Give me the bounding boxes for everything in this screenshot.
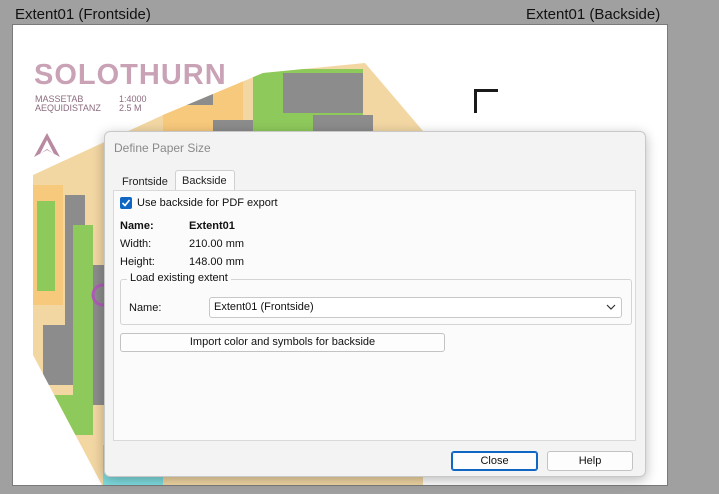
load-name-label: Name: xyxy=(129,302,162,314)
dialog-title: Define Paper Size xyxy=(114,141,211,155)
checkmark-icon xyxy=(121,199,131,207)
use-backside-row[interactable]: Use backside for PDF export xyxy=(120,197,278,209)
north-arrow-icon xyxy=(34,133,60,157)
height-label: Height: xyxy=(120,256,155,268)
name-value: Extent01 xyxy=(189,220,235,232)
width-row: Width: 210.00 mm xyxy=(120,238,244,250)
tab-frontside[interactable]: Frontside xyxy=(116,172,176,192)
name-row: Name: Extent01 xyxy=(120,220,235,232)
crop-corner-mark xyxy=(474,89,498,113)
load-existing-extent-group: Load existing extent Name: Extent01 (Fro… xyxy=(120,272,632,325)
width-label: Width: xyxy=(120,238,152,250)
tab-backside[interactable]: Backside xyxy=(175,170,235,191)
map-title: SOLOTHURN xyxy=(34,59,227,91)
extent-select-value: Extent01 (Frontside) xyxy=(214,301,314,313)
equidistance-key: AEQUIDISTANZ xyxy=(35,103,101,113)
map-scale-info: MASSETAB 1:4000 AEQUIDISTANZ 2.5 M xyxy=(35,95,147,113)
use-backside-checkbox[interactable] xyxy=(120,197,132,209)
name-label: Name: xyxy=(120,220,154,232)
backside-label: Extent01 (Backside) xyxy=(526,6,661,23)
chevron-down-icon xyxy=(606,304,616,310)
close-button[interactable]: Close xyxy=(451,451,538,471)
import-color-symbols-button[interactable]: Import color and symbols for backside xyxy=(120,333,445,352)
width-value: 210.00 mm xyxy=(189,238,245,250)
group-title: Load existing extent xyxy=(127,272,231,284)
equidistance-value: 2.5 M xyxy=(119,103,142,113)
help-button[interactable]: Help xyxy=(547,451,633,471)
backside-panel: Use backside for PDF export Name: Extent… xyxy=(113,190,636,441)
define-paper-size-dialog: Define Paper Size Frontside Backside Use… xyxy=(104,131,646,477)
height-value: 148.00 mm xyxy=(189,256,245,268)
frontside-label: Extent01 (Frontside) xyxy=(15,6,151,23)
extent-select[interactable]: Extent01 (Frontside) xyxy=(209,297,622,318)
use-backside-label: Use backside for PDF export xyxy=(137,197,278,209)
height-row: Height: 148.00 mm xyxy=(120,256,244,268)
